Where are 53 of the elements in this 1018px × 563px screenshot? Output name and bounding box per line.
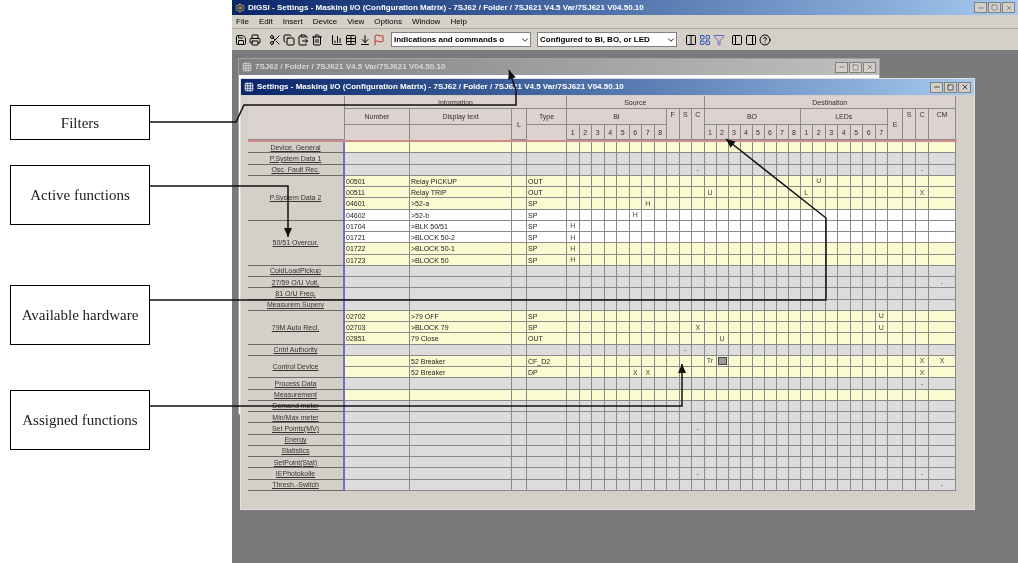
grid-icon[interactable]	[699, 33, 711, 46]
callout-label: Available hardware	[10, 285, 150, 345]
maximize-icon	[947, 83, 954, 91]
menu-item[interactable]: Options	[374, 15, 402, 28]
close-icon	[960, 83, 969, 91]
menu-item[interactable]: View	[347, 15, 365, 28]
table-icon[interactable]	[345, 33, 357, 46]
copy-icon[interactable]	[283, 33, 295, 46]
filter-dropdown[interactable]: Indications and commands o	[391, 32, 531, 47]
callout-label: Assigned functions	[10, 390, 150, 450]
window-icon	[244, 82, 254, 92]
menu-item[interactable]: Window	[411, 15, 441, 28]
close-icon	[1004, 3, 1013, 12]
filter-icon[interactable]	[713, 33, 725, 46]
close-button[interactable]	[1002, 2, 1015, 13]
callout-label: Filters	[10, 105, 150, 140]
minimize-icon	[932, 83, 941, 91]
minimize-button[interactable]	[835, 61, 848, 73]
header-cell	[527, 125, 567, 140]
maximize-button[interactable]	[944, 81, 957, 93]
callout-label: Active functions	[10, 165, 150, 225]
minimize-icon	[837, 63, 846, 71]
maximize-icon	[852, 63, 859, 71]
maximize-icon	[991, 4, 998, 11]
minimize-button[interactable]	[974, 2, 987, 13]
paste-icon[interactable]	[297, 33, 309, 46]
arrow-icon[interactable]	[359, 33, 371, 46]
menu-item[interactable]: Help	[450, 15, 467, 28]
scissors-icon[interactable]	[269, 33, 281, 46]
close-button[interactable]	[863, 61, 876, 73]
trash-icon[interactable]	[311, 33, 323, 46]
chart-icon[interactable]	[331, 33, 343, 46]
window-icon	[242, 62, 252, 72]
app-icon	[235, 2, 245, 13]
close-icon	[865, 63, 874, 71]
window-title: DIGSI - Settings - Masking I/O (Configuration Matrix) - 7SJ62 / Folder / 7SJ621 V4.5 Var/7SJ621 V04.50.10	[248, 1, 645, 14]
close-button[interactable]	[958, 81, 971, 93]
menu-item[interactable]: Device	[312, 15, 338, 28]
window-title: 7SJ62 / Folder / 7SJ621 V4.5 Var/7SJ621 V04.50.10	[255, 61, 447, 73]
filter-dropdown[interactable]: Configured to BI, BO, or LED	[537, 32, 677, 47]
menu-item[interactable]: Edit	[258, 15, 273, 28]
panel-icon[interactable]	[745, 33, 757, 46]
menu-item[interactable]: File	[236, 15, 249, 28]
print-icon[interactable]	[249, 33, 261, 46]
maximize-button[interactable]	[988, 2, 1001, 13]
minimize-button[interactable]	[930, 81, 943, 93]
maximize-button[interactable]	[849, 61, 862, 73]
save-icon[interactable]	[235, 33, 247, 46]
help-icon[interactable]	[759, 33, 771, 46]
header-cell	[345, 125, 410, 140]
menu-item[interactable]: Insert	[282, 15, 303, 28]
panel-icon[interactable]	[731, 33, 743, 46]
columns-icon[interactable]	[685, 33, 697, 46]
